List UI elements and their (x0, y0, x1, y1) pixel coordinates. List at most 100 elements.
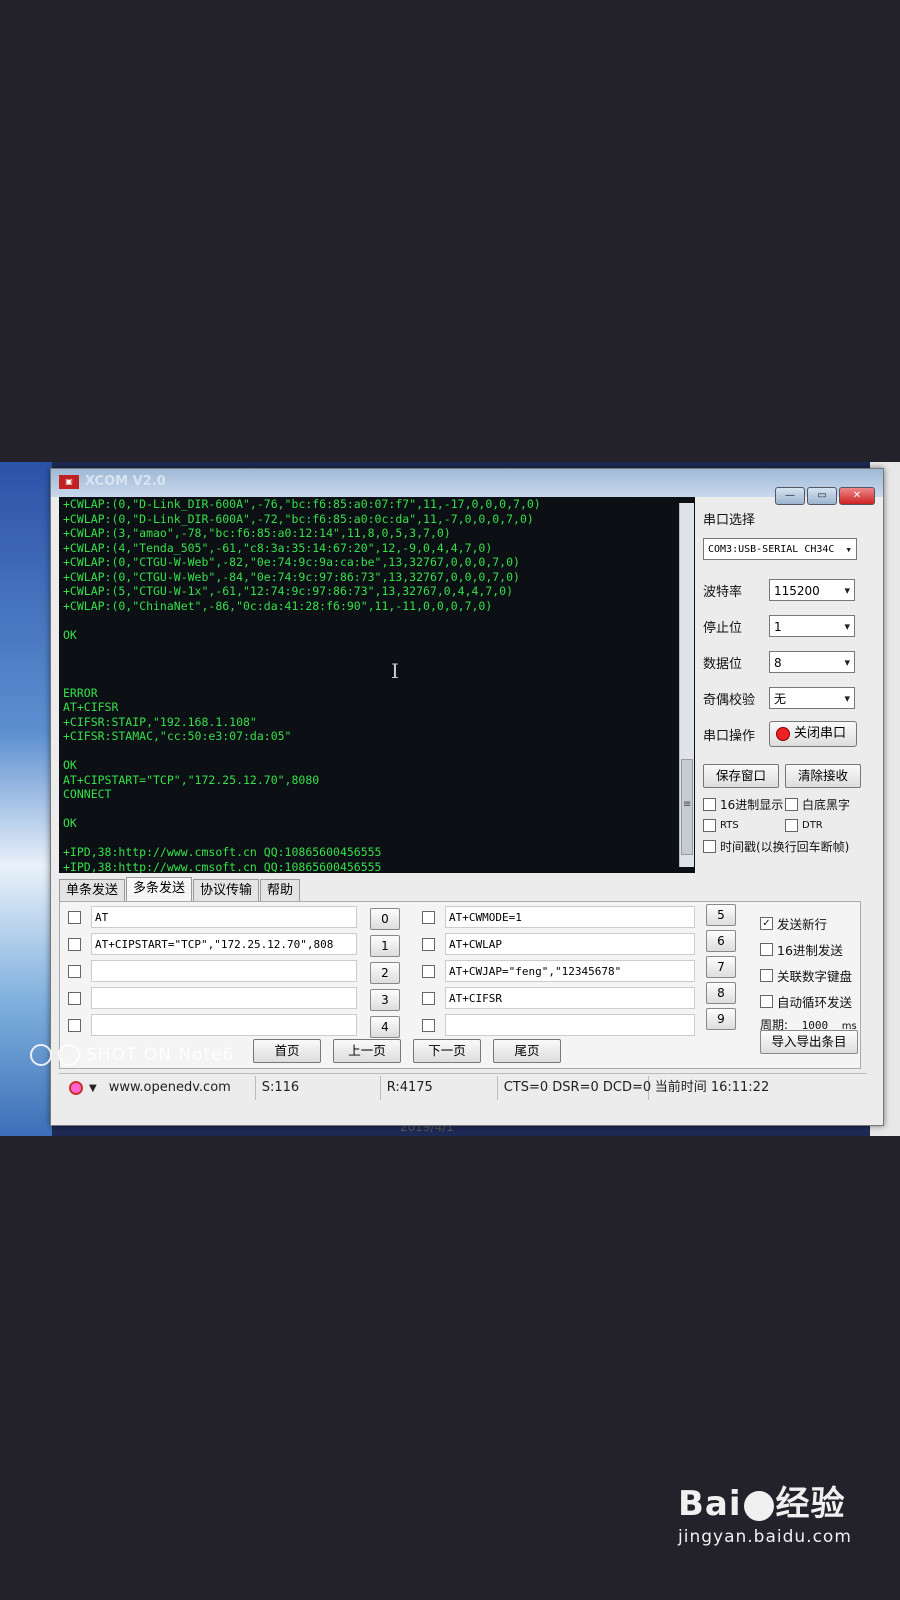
text-cursor-icon: I (391, 659, 399, 683)
baidu-brand: Bai 经验 (678, 1476, 852, 1525)
close-window-button[interactable]: ✕ (839, 487, 875, 505)
parity-select[interactable]: 无 (769, 687, 855, 710)
keypad-option[interactable]: 关联数字键盘 (760, 962, 857, 988)
hex-send-option[interactable]: 16进制发送 (760, 936, 857, 962)
cmd-checkbox[interactable] (422, 910, 435, 924)
clear-receive-button[interactable]: 清除接收 (785, 764, 861, 788)
send-options: ✓ 发送新行 16进制发送 关联数字键盘 自动循环发送 周期: 1000 ms (760, 910, 857, 1033)
lens-icon (58, 1044, 80, 1066)
first-page-button[interactable]: 首页 (253, 1039, 321, 1063)
send-button-9[interactable]: 9 (706, 1008, 736, 1030)
stop-bits-select[interactable]: 1 (769, 615, 855, 638)
auto-loop-checkbox[interactable] (760, 994, 773, 1008)
baud-label: 波特率 (703, 584, 743, 600)
cmd-input[interactable]: AT (91, 906, 357, 928)
cmd-checkbox[interactable] (68, 910, 81, 924)
timestamp-option[interactable]: 时间戳(以换行回车断帧) (703, 838, 865, 855)
console-line: +CWLAP:(0,"D-Link_DIR-600A",-72,"bc:f6:8… (63, 511, 534, 526)
cmd-input[interactable] (91, 987, 357, 1009)
console-line: OK (63, 816, 77, 830)
window-buttons-row: 保存窗口 清除接收 (703, 764, 877, 788)
cmd-checkbox[interactable] (68, 937, 81, 951)
data-bits-row: 数据位 8 (703, 644, 877, 680)
cmd-input[interactable] (91, 1014, 357, 1036)
send-button-1[interactable]: 1 (370, 935, 400, 957)
cmd-input[interactable]: AT+CWLAP (445, 933, 695, 955)
cmd-input[interactable] (445, 1014, 695, 1036)
send-newline-option[interactable]: ✓ 发送新行 (760, 910, 857, 936)
hex-send-label: 16进制发送 (777, 942, 843, 958)
tab-protocol[interactable]: 协议传输 (193, 879, 260, 902)
cmd-row: AT+CWMODE=1 (422, 906, 695, 928)
cmd-checkbox[interactable] (68, 964, 81, 978)
send-newline-checkbox[interactable]: ✓ (760, 916, 773, 930)
last-page-button[interactable]: 尾页 (493, 1039, 561, 1063)
send-button-4[interactable]: 4 (370, 1016, 400, 1038)
cmd-checkbox[interactable] (68, 991, 81, 1005)
cmd-input[interactable]: AT+CIPSTART="TCP","172.25.12.70",808 (91, 933, 357, 955)
baidu-logo: Bai 经验 jingyan.baidu.com (678, 1476, 852, 1547)
send-button-6[interactable]: 6 (706, 930, 736, 952)
cmd-row (68, 1014, 357, 1036)
receive-console[interactable]: +CWLAP:(0,"D-Link_DIR-600A",-76,"bc:f6:8… (59, 497, 695, 873)
cmd-input[interactable] (91, 960, 357, 982)
cmd-checkbox[interactable] (422, 991, 435, 1005)
timestamp-label: 时间戳(以换行回车断帧) (720, 840, 850, 854)
send-button-0[interactable]: 0 (370, 908, 400, 930)
baud-select[interactable]: 115200 (769, 579, 855, 602)
console-line: +CWLAP:(0,"ChinaNet",-86,"0c:da:41:28:f6… (63, 598, 493, 613)
window-title: XCOM V2.0 (85, 474, 166, 489)
send-tabs: 单条发送 多条发送 协议传输 帮助 (59, 877, 301, 902)
cmd-checkbox[interactable] (422, 1018, 435, 1032)
maximize-button[interactable]: ▭ (807, 487, 837, 505)
cmd-input[interactable]: AT+CWJAP="feng","12345678" (445, 960, 695, 982)
console-line: CONNECT (63, 787, 112, 801)
tab-single-send[interactable]: 单条发送 (59, 879, 126, 902)
console-line: +CWLAP:(4,"Tenda_505",-61,"c8:3a:35:14:6… (63, 540, 493, 555)
dtr-checkbox[interactable] (785, 819, 798, 832)
hex-send-checkbox[interactable] (760, 942, 773, 956)
send-button-2[interactable]: 2 (370, 962, 400, 984)
white-bg-checkbox[interactable] (785, 798, 798, 811)
rts-checkbox[interactable] (703, 819, 716, 832)
send-button-3[interactable]: 3 (370, 989, 400, 1011)
console-scrollbar[interactable]: ≡ (679, 503, 694, 867)
stop-bits-label: 停止位 (703, 620, 743, 636)
cmd-checkbox[interactable] (68, 1018, 81, 1032)
port-op-label: 串口操作 (703, 728, 756, 744)
white-bg-option[interactable]: 白底黑字 (785, 796, 865, 813)
close-port-button[interactable]: 关闭串口 (769, 721, 857, 747)
hex-display-checkbox[interactable] (703, 798, 716, 811)
console-line: AT+CIFSR (63, 700, 119, 714)
status-url[interactable]: www.openedv.com (103, 1076, 256, 1100)
keypad-label: 关联数字键盘 (777, 968, 853, 984)
cmd-checkbox[interactable] (422, 937, 435, 951)
minimize-button[interactable]: — (775, 487, 805, 505)
settings-gear-icon[interactable] (69, 1081, 83, 1095)
tab-help[interactable]: 帮助 (260, 879, 301, 902)
cmd-input[interactable]: AT+CWMODE=1 (445, 906, 695, 928)
chevron-down-icon[interactable]: ▼ (89, 1083, 97, 1094)
com-port-select[interactable]: COM3:USB-SERIAL CH34C (703, 538, 857, 561)
send-button-7[interactable]: 7 (706, 956, 736, 978)
data-bits-select[interactable]: 8 (769, 651, 855, 674)
import-export-button[interactable]: 导入导出条目 (760, 1030, 858, 1054)
auto-loop-option[interactable]: 自动循环发送 (760, 988, 857, 1014)
next-page-button[interactable]: 下一页 (413, 1039, 481, 1063)
timestamp-checkbox[interactable] (703, 840, 716, 853)
tab-multi-send[interactable]: 多条发送 (126, 877, 193, 902)
save-window-button[interactable]: 保存窗口 (703, 764, 779, 788)
cmd-checkbox[interactable] (422, 964, 435, 978)
prev-page-button[interactable]: 上一页 (333, 1039, 401, 1063)
rts-option[interactable]: RTS (703, 819, 785, 832)
title-bar[interactable]: ▣ XCOM V2.0 — ▭ ✕ (51, 469, 883, 505)
send-button-5[interactable]: 5 (706, 904, 736, 926)
hex-display-option[interactable]: 16进制显示 (703, 796, 785, 813)
keypad-checkbox[interactable] (760, 968, 773, 982)
dtr-option[interactable]: DTR (785, 819, 865, 832)
send-button-8[interactable]: 8 (706, 982, 736, 1004)
port-status-icon (776, 727, 790, 741)
cmd-input[interactable]: AT+CIFSR (445, 987, 695, 1009)
